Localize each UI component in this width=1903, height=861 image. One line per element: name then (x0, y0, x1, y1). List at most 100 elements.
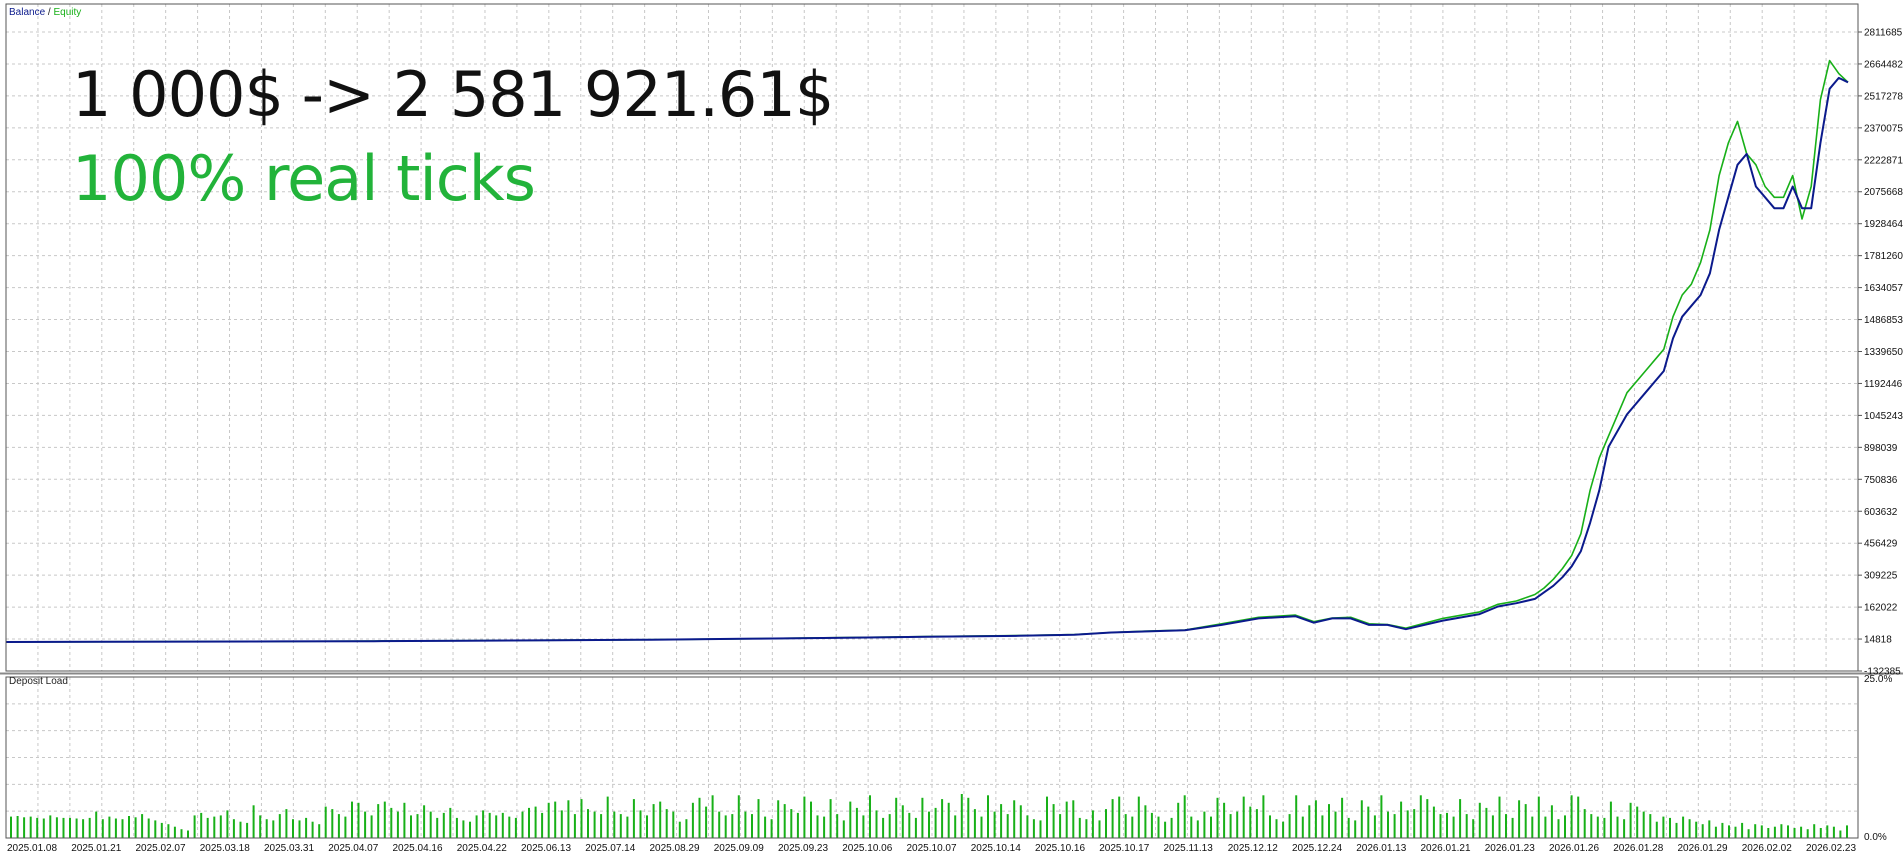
deposit-load-bar (449, 807, 452, 838)
x-tick-label: 2026.02.23 (1806, 843, 1856, 854)
deposit-load-bar (1387, 811, 1389, 838)
deposit-load-bar (1144, 805, 1147, 838)
y-tick-label: 0.0% (1864, 832, 1887, 843)
y-tick-label: 1634057 (1864, 283, 1903, 294)
deposit-load-bar (1557, 819, 1560, 838)
deposit-load-bar (1544, 816, 1547, 838)
legend-balance-label: Balance (9, 7, 46, 18)
deposit-load-bar (1288, 814, 1291, 838)
deposit-load-bar (1793, 828, 1796, 838)
deposit-load-bar (803, 796, 806, 838)
deposit-load-bar (455, 817, 458, 838)
y-tick-label: 309225 (1864, 571, 1898, 582)
deposit-load-bar (95, 811, 98, 838)
y-tick-label: 2222871 (1864, 155, 1903, 166)
x-tick-label: 2026.01.28 (1613, 843, 1663, 854)
deposit-load-bar (1623, 819, 1626, 838)
x-tick-label: 2026.01.21 (1421, 843, 1471, 854)
deposit-load-bar (718, 811, 721, 838)
deposit-load-bar (823, 816, 826, 838)
deposit-load-bar (613, 811, 616, 838)
deposit-load-bar (252, 805, 255, 838)
deposit-load-bar (1550, 805, 1553, 838)
deposit-load-bar (1124, 814, 1127, 838)
deposit-load-bar (770, 819, 773, 838)
deposit-load-bar (1682, 816, 1685, 838)
deposit-load-bar (560, 810, 563, 838)
deposit-load-bar (1728, 825, 1730, 838)
deposit-load-bar (1741, 822, 1744, 838)
deposit-load-bar (1406, 810, 1409, 838)
x-tick-label: 2025.04.22 (457, 843, 507, 854)
deposit-load-bar (652, 804, 655, 838)
deposit-load-bar (1393, 814, 1396, 838)
deposit-load-bar (796, 812, 799, 838)
deposit-load-bar (1105, 809, 1107, 838)
x-tick-label: 2025.09.23 (778, 843, 828, 854)
y-tick-label: 1486853 (1864, 315, 1903, 326)
deposit-load-bar (1800, 826, 1803, 838)
deposit-load-bar (410, 815, 412, 838)
deposit-load-bar (1754, 824, 1757, 838)
deposit-load-bar (396, 811, 399, 838)
deposit-load-bar (1511, 817, 1514, 838)
deposit-load-bar (1819, 828, 1822, 838)
deposit-load-bar (960, 794, 963, 838)
deposit-load-bar (587, 809, 589, 838)
tester-graph: 2811685 2664482 2517278 2370075 2222871 20756… (0, 0, 1903, 856)
deposit-load-bar (246, 822, 249, 838)
y-tick-label: 2664482 (1864, 59, 1903, 70)
deposit-load-bar (1078, 817, 1081, 838)
y-tick-label: 2517278 (1864, 91, 1903, 102)
deposit-load-bar (875, 810, 878, 838)
deposit-load-bar (462, 820, 465, 838)
deposit-load-bar (1806, 829, 1809, 838)
deposit-load-bar (147, 818, 150, 838)
deposit-load-bar (1426, 799, 1429, 838)
deposit-load-bar (239, 821, 242, 838)
deposit-load-bar (928, 811, 930, 838)
deposit-load-bar (1773, 826, 1776, 838)
overlay-headline: 1 000$ -> 2 581 921.61$ (72, 58, 834, 131)
deposit-load-bar (764, 816, 767, 838)
deposit-load-bar (101, 819, 104, 838)
x-tick-label: 2025.02.07 (136, 843, 186, 854)
deposit-load-bar (1524, 804, 1527, 838)
deposit-load-bar (160, 822, 163, 838)
deposit-load-bar (1190, 816, 1193, 838)
deposit-load-bar (1255, 809, 1258, 838)
deposit-load-bar (1131, 816, 1134, 838)
deposit-load-bar (1590, 814, 1593, 838)
deposit-load-bar (488, 812, 491, 838)
deposit-load-bar (23, 817, 26, 838)
deposit-load-bar (62, 817, 65, 838)
deposit-load-bar (1675, 822, 1678, 838)
x-tick-label: 2025.11.13 (1164, 843, 1214, 854)
x-tick-label: 2025.10.07 (907, 843, 957, 854)
deposit-load-bar (1210, 816, 1212, 838)
deposit-load-bar (1846, 825, 1848, 838)
deposit-load-bar (305, 817, 308, 838)
deposit-load-bar (213, 816, 216, 838)
deposit-load-bar (1787, 825, 1789, 838)
deposit-load-bar (1177, 802, 1180, 838)
deposit-load-bar (914, 817, 917, 838)
deposit-load-bar (1826, 825, 1829, 838)
deposit-load-bar (639, 810, 642, 838)
deposit-load-bar (665, 809, 668, 838)
x-tick-label: 2025.10.06 (842, 843, 892, 854)
deposit-load-bar (1019, 805, 1022, 838)
legend-separator: / (47, 7, 51, 18)
deposit-load-bar (108, 816, 111, 838)
deposit-load-bar (1269, 815, 1271, 838)
deposit-load-bar (724, 815, 727, 838)
deposit-load-bar (593, 811, 596, 838)
y-tick-label: 456429 (1864, 539, 1898, 550)
y-tick-label: 1339650 (1864, 347, 1903, 358)
deposit-load-bar (1157, 816, 1160, 838)
deposit-load-bar (206, 817, 209, 838)
deposit-load-bar (36, 817, 39, 838)
deposit-load-bar (364, 811, 367, 838)
y-tick-label: 750836 (1864, 475, 1898, 486)
deposit-load-bar (849, 801, 852, 838)
